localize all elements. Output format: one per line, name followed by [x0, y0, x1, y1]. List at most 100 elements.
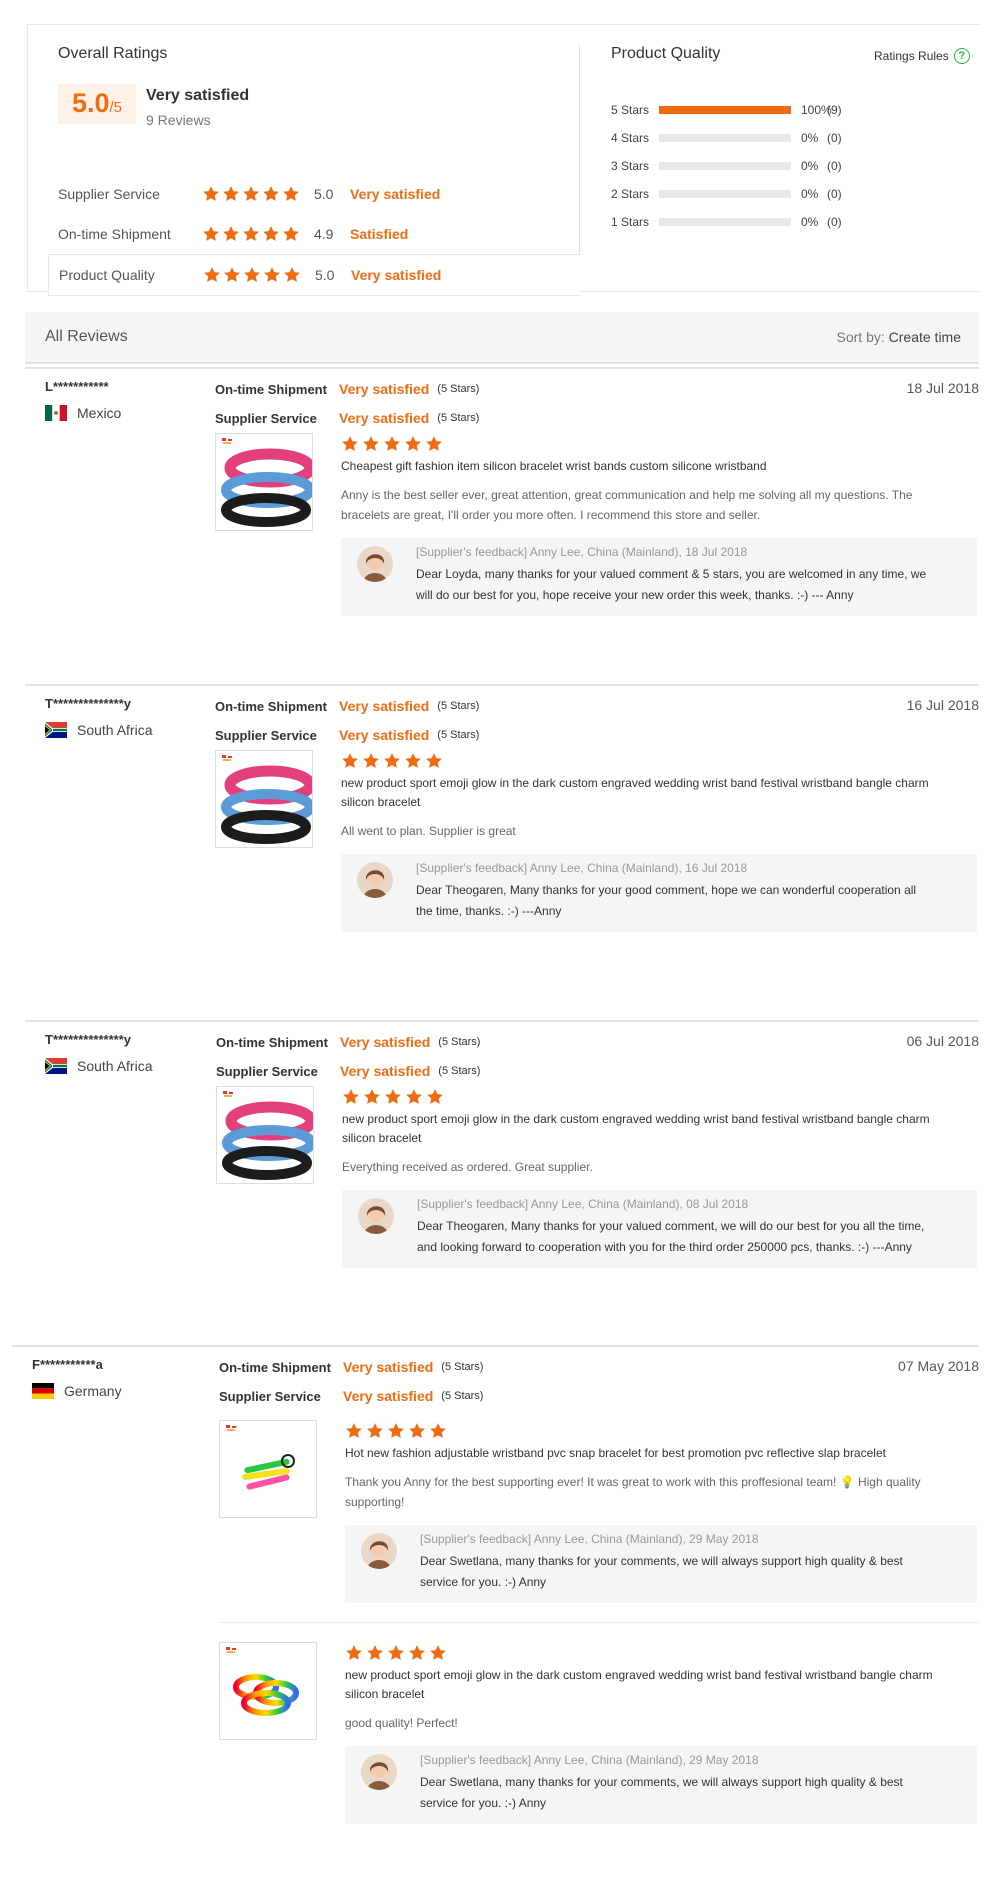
product-title-line[interactable]: new product sport emoji glow in the dark… — [341, 774, 979, 793]
all-reviews-title: All Reviews — [45, 328, 128, 345]
product-title-line[interactable]: new product sport emoji glow in the dark… — [345, 1666, 979, 1685]
star-icon — [263, 186, 279, 201]
ratings-rules-link[interactable]: Ratings Rules ? — [874, 48, 970, 64]
country-name: Germany — [64, 1383, 122, 1399]
supplier-avatar-frame — [361, 1754, 397, 1790]
meta-value: Very satisfied — [340, 1063, 431, 1079]
item-star-rating — [345, 1644, 447, 1662]
distribution-count: (0) — [827, 131, 842, 145]
star-icon — [388, 1423, 404, 1438]
reviewer-name: L*********** — [45, 379, 109, 394]
meta-value: Very satisfied — [339, 410, 430, 426]
rating-word: Very satisfied — [350, 186, 441, 202]
country-name: South Africa — [77, 722, 153, 738]
review-date: 06 Jul 2018 — [906, 1033, 979, 1049]
review-count: 9 Reviews — [146, 112, 211, 128]
feedback-text: Dear Swetlana, many thanks for your comm… — [420, 1772, 959, 1814]
star-icon — [342, 753, 358, 768]
distribution-bar — [659, 162, 791, 170]
reviewer-name: T**************y — [45, 696, 131, 711]
supplier-avatar-frame — [357, 546, 393, 582]
overall-label: Very satisfied — [146, 87, 250, 104]
star-icon — [243, 226, 259, 241]
product-thumbnail[interactable] — [219, 1420, 317, 1518]
feedback-header: [Supplier's feedback] Anny Lee, China (M… — [420, 1532, 759, 1546]
meta-label: On-time Shipment — [215, 698, 327, 714]
feedback-line: Dear Theogaren, Many thanks for your val… — [417, 1219, 925, 1233]
star-icon — [223, 226, 239, 241]
product-image — [221, 448, 312, 527]
rating-value: 4.9 — [314, 226, 334, 242]
review-separator — [12, 1345, 979, 1347]
star-rating — [202, 185, 312, 203]
rating-word: Satisfied — [350, 226, 409, 242]
star-icon — [406, 1089, 422, 1104]
feedback-line: the time, thanks. :-) ---Anny — [416, 904, 562, 918]
feedback-header: [Supplier's feedback] Anny Lee, China (M… — [420, 1753, 759, 1767]
meta-shipment: On-time Shipment Very satisfied (5 Stars) — [219, 1358, 483, 1376]
mexico-flag-icon — [45, 405, 67, 421]
supplier-feedback: [Supplier's feedback] Anny Lee, China (M… — [341, 854, 977, 932]
sort-value[interactable]: Create time — [889, 329, 961, 345]
feedback-text: Dear Swetlana, many thanks for your comm… — [420, 1551, 959, 1593]
star-icon — [430, 1645, 446, 1660]
meta-stars: (5 Stars) — [438, 1065, 481, 1077]
reviewer-name: T**************y — [45, 1032, 131, 1047]
product-title-line[interactable]: silicon bracelet — [342, 1129, 979, 1148]
item-star-rating — [341, 435, 443, 453]
meta-value: Very satisfied — [339, 727, 430, 743]
meta-stars: (5 Stars) — [441, 1361, 484, 1373]
product-thumbnail[interactable] — [215, 433, 313, 531]
product-title-line[interactable]: silicon bracelet — [341, 793, 979, 812]
ratings-rules-label: Ratings Rules — [874, 49, 949, 63]
meta-service: Supplier Service Very satisfied (5 Stars) — [216, 1062, 480, 1080]
review-card: F***********a Germany On-time Shipment Very… — [12, 1345, 979, 1824]
distribution-label: 2 Stars — [611, 187, 650, 201]
review-card: T**************y South Africa On-time Ship… — [25, 684, 979, 932]
star-icon — [264, 267, 280, 282]
star-icon — [284, 267, 300, 282]
product-image — [233, 1674, 299, 1716]
meta-stars: (5 Stars) — [437, 729, 480, 741]
review-separator — [25, 367, 979, 369]
feedback-line: Dear Loyda, many thanks for your valued … — [416, 567, 927, 581]
meta-shipment: On-time Shipment Very satisfied (5 Stars) — [215, 380, 479, 398]
meta-label: Supplier Service — [216, 1063, 318, 1079]
product-tag-icon — [225, 1646, 237, 1654]
supplier-avatar — [361, 1754, 397, 1790]
product-thumbnail[interactable] — [215, 750, 313, 848]
sort-control[interactable]: Sort by: Create time — [837, 329, 962, 345]
feedback-line: service for you. :-) Anny — [420, 1796, 547, 1810]
product-title-line[interactable]: silicon bracelet — [345, 1685, 979, 1704]
south-africa-flag-icon — [45, 1058, 67, 1074]
country-name: Mexico — [77, 405, 122, 421]
star-rating — [203, 266, 313, 284]
feedback-header: [Supplier's feedback] Anny Lee, China (M… — [416, 861, 748, 875]
star-icon — [263, 226, 279, 241]
star-icon — [244, 267, 260, 282]
product-title-line[interactable]: Cheapest gift fashion item silicon brace… — [341, 457, 979, 476]
supplier-avatar-frame — [361, 1533, 397, 1569]
overall-score: 5.0 — [71, 88, 110, 118]
star-icon — [426, 436, 442, 451]
distribution-row: 1 Stars 0% (0) — [611, 214, 842, 230]
reviewer-name: F***********a — [32, 1357, 103, 1372]
star-icon — [367, 1423, 383, 1438]
review-date: 07 May 2018 — [898, 1358, 979, 1374]
meta-label: Supplier Service — [215, 727, 317, 743]
product-thumbnail[interactable] — [219, 1642, 317, 1740]
meta-value: Very satisfied — [343, 1359, 434, 1375]
feedback-header: [Supplier's feedback] Anny Lee, China (M… — [416, 545, 748, 559]
supplier-avatar — [358, 1198, 394, 1234]
product-title-line[interactable]: new product sport emoji glow in the dark… — [342, 1110, 979, 1129]
rating-label: On-time Shipment — [58, 226, 171, 242]
product-title-line[interactable]: Hot new fashion adjustable wristband pvc… — [345, 1444, 979, 1463]
question-icon[interactable]: ? — [953, 48, 970, 64]
review-date: 16 Jul 2018 — [906, 697, 979, 713]
distribution-bar — [659, 218, 791, 226]
rating-row-product-quality[interactable]: Product Quality 5.0 Very satisfied — [48, 254, 580, 296]
meta-stars: (5 Stars) — [437, 700, 480, 712]
product-thumbnail[interactable] — [216, 1086, 314, 1184]
feedback-line: and looking forward to cooperation with … — [417, 1240, 912, 1254]
supplier-avatar — [357, 546, 393, 582]
